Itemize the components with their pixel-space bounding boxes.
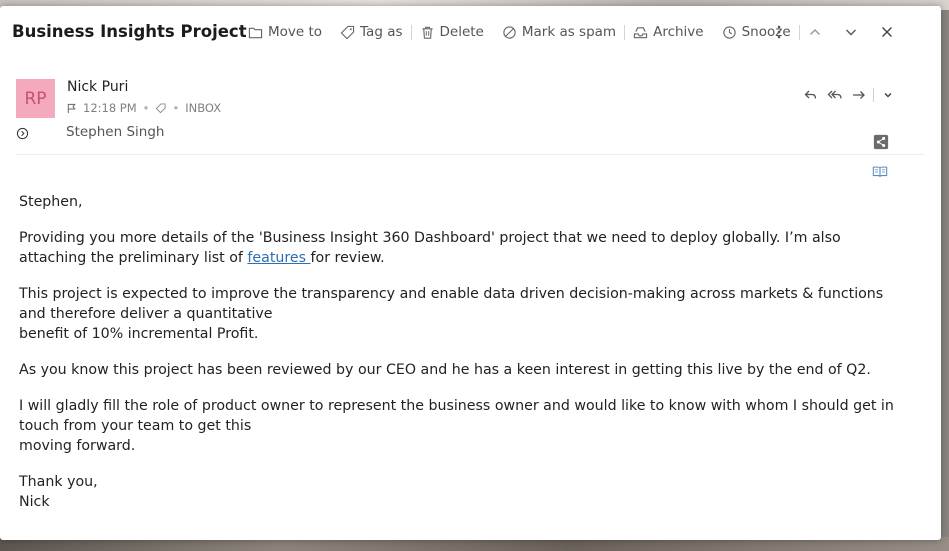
paragraph-1-line-2: attaching the preliminary list of featur… bbox=[19, 248, 919, 268]
chevron-up-icon bbox=[810, 29, 820, 35]
paragraph-1-text-end: for review. bbox=[310, 250, 385, 266]
paragraph-2: This project is expected to improve the … bbox=[19, 284, 919, 344]
mark-as-spam-label: Mark as spam bbox=[521, 24, 617, 40]
reply-icon bbox=[804, 90, 817, 99]
meta-dot: • bbox=[172, 101, 180, 115]
chevron-down-icon bbox=[846, 29, 856, 36]
more-options-button[interactable] bbox=[767, 20, 791, 44]
paragraph-2-line-1: This project is expected to improve the … bbox=[19, 286, 884, 302]
share-icon bbox=[873, 134, 889, 150]
email-subject: Business Insights Project bbox=[12, 22, 247, 41]
toolbar-separator bbox=[624, 24, 626, 40]
paragraph-3: As you know this project has been review… bbox=[19, 360, 919, 380]
folder-label[interactable]: INBOX bbox=[185, 101, 221, 115]
book-icon bbox=[872, 166, 888, 177]
delete-label: Delete bbox=[439, 24, 484, 40]
paragraph-4-line-1: I will gladly fill the role of product o… bbox=[19, 398, 894, 414]
paragraph-4: I will gladly fill the role of product o… bbox=[19, 396, 919, 456]
reply-all-button[interactable] bbox=[823, 83, 847, 107]
navigation-group bbox=[803, 20, 899, 44]
email-time: 12:18 PM bbox=[83, 101, 137, 115]
chevron-down-icon bbox=[884, 92, 892, 98]
email-toolbar: Business Insights Project Move to Tag as… bbox=[0, 6, 941, 58]
paragraph-2-line-3: benefit of 10% incremental Profit. bbox=[19, 326, 259, 342]
trash-icon bbox=[421, 26, 433, 39]
tag-as-button[interactable]: Tag as bbox=[340, 20, 403, 44]
recipient-name[interactable]: Stephen Singh bbox=[66, 124, 164, 140]
move-to-button[interactable]: Move to bbox=[248, 20, 322, 44]
signature: Nick bbox=[19, 494, 50, 510]
archive-icon bbox=[633, 26, 648, 38]
paragraph-4-line-3: moving forward. bbox=[19, 438, 136, 454]
toolbar-separator bbox=[410, 24, 412, 40]
paragraph-2-line-2: and therefore deliver a quantitative bbox=[19, 306, 273, 322]
greeting: Stephen, bbox=[19, 194, 83, 210]
sender-name[interactable]: Nick Puri bbox=[67, 79, 128, 95]
archive-label: Archive bbox=[653, 24, 704, 40]
toolbar-separator bbox=[798, 24, 800, 40]
folder-icon bbox=[248, 27, 263, 38]
tag-icon bbox=[340, 25, 355, 39]
paragraph-4-line-2: touch from your team to get this bbox=[19, 418, 252, 434]
kebab-menu-icon bbox=[777, 25, 781, 39]
previous-email-button[interactable] bbox=[803, 20, 827, 44]
meta-dot: • bbox=[142, 101, 150, 115]
paragraph-1-text: attaching the preliminary list of bbox=[19, 250, 248, 266]
clock-icon bbox=[722, 25, 736, 39]
toolbar-actions: Move to Tag as Delete Mark as spam Archi… bbox=[248, 20, 808, 44]
spam-block-icon bbox=[503, 25, 516, 39]
header-divider bbox=[16, 154, 925, 155]
reply-options-button[interactable] bbox=[876, 83, 900, 107]
sender-avatar: RP bbox=[16, 79, 55, 118]
close-email-button[interactable] bbox=[875, 20, 899, 44]
close-icon bbox=[882, 27, 892, 37]
expand-recipients-icon[interactable] bbox=[16, 127, 29, 140]
reply-button[interactable] bbox=[799, 83, 823, 107]
reply-separator bbox=[873, 88, 874, 102]
tag-as-label: Tag as bbox=[360, 24, 403, 40]
move-to-label: Move to bbox=[268, 24, 323, 40]
forward-icon bbox=[853, 91, 865, 99]
reply-all-icon bbox=[827, 90, 842, 99]
closing-line: Thank you, bbox=[19, 474, 98, 490]
tag-icon[interactable] bbox=[155, 102, 166, 114]
reply-actions bbox=[799, 83, 900, 107]
delete-button[interactable]: Delete bbox=[420, 20, 484, 44]
mark-as-spam-button[interactable]: Mark as spam bbox=[502, 20, 616, 44]
paragraph-1: Providing you more details of the 'Busin… bbox=[19, 228, 919, 268]
features-link[interactable]: features bbox=[247, 250, 310, 266]
closing: Thank you, Nick bbox=[19, 472, 919, 512]
email-body: Stephen, Providing you more details of t… bbox=[19, 192, 919, 512]
more-options-group bbox=[767, 20, 791, 44]
paragraph-1-line-1: Providing you more details of the 'Busin… bbox=[19, 230, 841, 246]
reading-mode-button[interactable] bbox=[871, 163, 889, 181]
share-button[interactable] bbox=[872, 133, 890, 151]
archive-button[interactable]: Archive bbox=[633, 20, 704, 44]
paragraph-3-line-1: As you know this project has been review… bbox=[19, 362, 871, 378]
email-viewer-window: Business Insights Project Move to Tag as… bbox=[0, 6, 941, 540]
flag-icon[interactable] bbox=[66, 103, 77, 114]
next-email-button[interactable] bbox=[839, 20, 863, 44]
email-meta: 12:18 PM • • INBOX bbox=[66, 101, 221, 115]
forward-button[interactable] bbox=[847, 83, 871, 107]
